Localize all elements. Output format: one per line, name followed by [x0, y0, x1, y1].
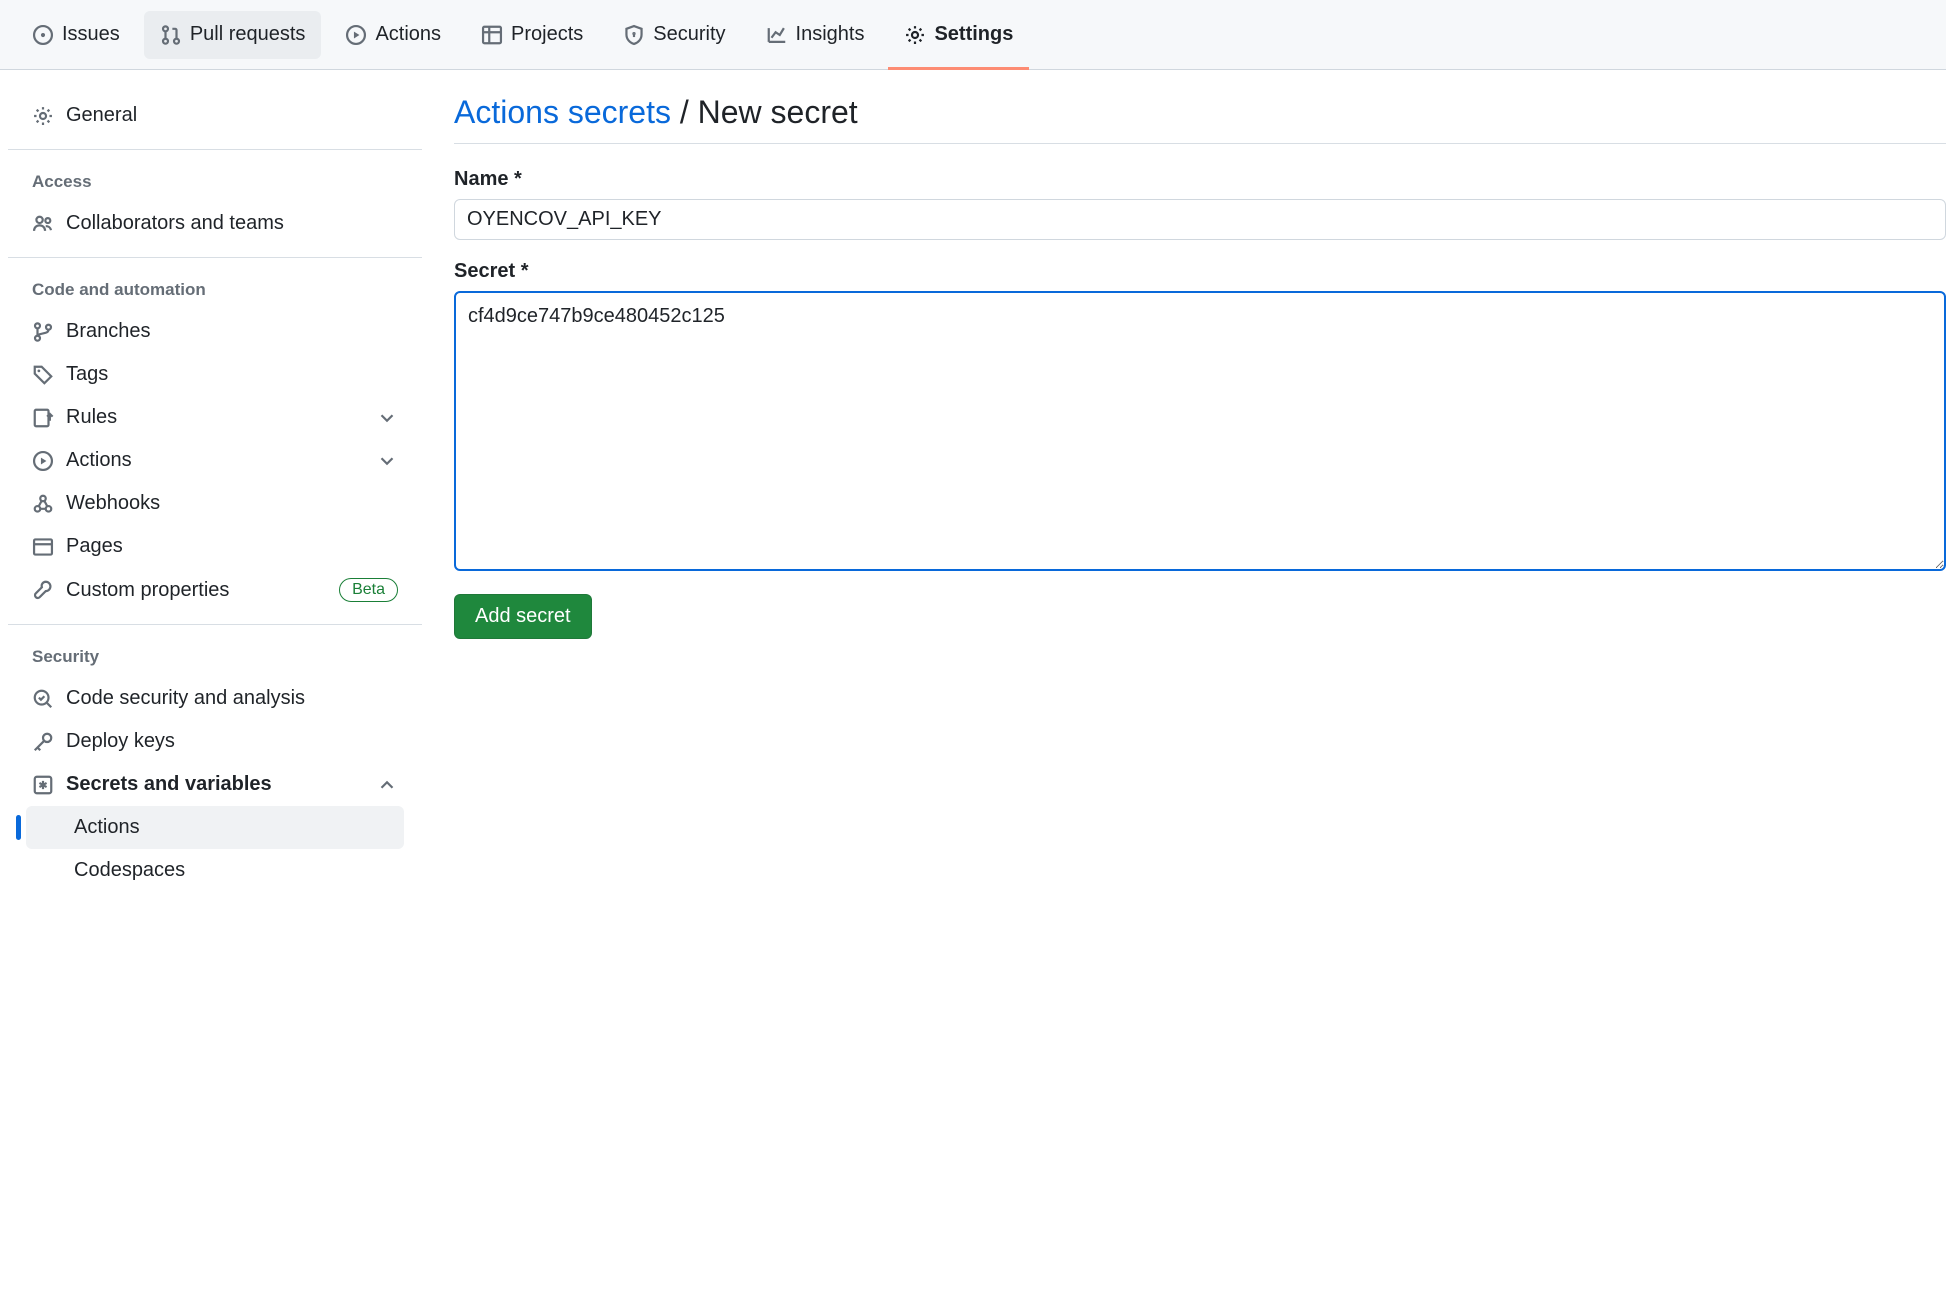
- key-icon: [32, 731, 54, 753]
- breadcrumb-current: New secret: [698, 94, 858, 130]
- settings-sidebar: General Access Collaborators and teams C…: [0, 70, 430, 916]
- sidebar-item-tags[interactable]: Tags: [16, 353, 414, 396]
- tab-actions[interactable]: Actions: [329, 11, 457, 59]
- sidebar-item-label: Pages: [66, 535, 123, 558]
- sidebar-item-actions[interactable]: Actions: [16, 439, 414, 482]
- secret-label: Secret *: [454, 260, 1946, 283]
- secret-value-textarea[interactable]: [454, 291, 1946, 571]
- repo-push-icon: [32, 407, 54, 429]
- sidebar-item-label: Collaborators and teams: [66, 212, 284, 235]
- page-title: Actions secrets / New secret: [454, 94, 1946, 144]
- tab-label: Settings: [934, 23, 1013, 46]
- tab-projects[interactable]: Projects: [465, 11, 599, 59]
- tab-insights[interactable]: Insights: [750, 11, 881, 59]
- sidebar-subitem-codespaces[interactable]: Codespaces: [26, 849, 404, 892]
- sidebar-item-general[interactable]: General: [16, 94, 414, 137]
- webhook-icon: [32, 493, 54, 515]
- sidebar-item-rules[interactable]: Rules: [16, 396, 414, 439]
- tab-label: Projects: [511, 23, 583, 46]
- field-name: Name *: [454, 168, 1946, 240]
- sidebar-item-label: Tags: [66, 363, 108, 386]
- sidebar-heading-security: Security: [16, 641, 414, 677]
- issue-opened-icon: [32, 24, 54, 46]
- tab-issues[interactable]: Issues: [16, 11, 136, 59]
- codescan-icon: [32, 688, 54, 710]
- tab-label: Actions: [375, 23, 441, 46]
- breadcrumb-separator: /: [680, 94, 689, 130]
- play-circle-icon: [345, 24, 367, 46]
- sidebar-item-label: Secrets and variables: [66, 773, 272, 796]
- sidebar-heading-code-automation: Code and automation: [16, 274, 414, 310]
- tab-label: Pull requests: [190, 23, 306, 46]
- sidebar-item-label: Actions: [74, 816, 140, 839]
- main-content: Actions secrets / New secret Name * Secr…: [430, 70, 1946, 916]
- sidebar-item-label: Actions: [66, 449, 132, 472]
- tab-label: Insights: [796, 23, 865, 46]
- browser-icon: [32, 536, 54, 558]
- sidebar-item-label: General: [66, 104, 137, 127]
- sidebar-item-label: Code security and analysis: [66, 687, 305, 710]
- tab-settings[interactable]: Settings: [888, 11, 1029, 59]
- git-branch-icon: [32, 321, 54, 343]
- sidebar-heading-access: Access: [16, 166, 414, 202]
- chevron-down-icon: [376, 450, 398, 472]
- sidebar-item-branches[interactable]: Branches: [16, 310, 414, 353]
- sidebar-item-deploy-keys[interactable]: Deploy keys: [16, 720, 414, 763]
- sidebar-item-label: Webhooks: [66, 492, 160, 515]
- divider: [8, 624, 422, 625]
- tools-icon: [32, 579, 54, 601]
- add-secret-button[interactable]: Add secret: [454, 594, 592, 639]
- graph-icon: [766, 24, 788, 46]
- gear-icon: [904, 24, 926, 46]
- field-secret: Secret *: [454, 260, 1946, 574]
- play-circle-icon: [32, 450, 54, 472]
- divider: [8, 257, 422, 258]
- chevron-up-icon: [376, 774, 398, 796]
- repo-top-nav: Issues Pull requests Actions Projects Se…: [0, 0, 1946, 70]
- tab-label: Issues: [62, 23, 120, 46]
- gear-icon: [32, 105, 54, 127]
- sidebar-item-label: Deploy keys: [66, 730, 175, 753]
- sidebar-item-label: Custom properties: [66, 579, 229, 602]
- key-asterisk-icon: [32, 774, 54, 796]
- sidebar-item-code-security[interactable]: Code security and analysis: [16, 677, 414, 720]
- sidebar-item-pages[interactable]: Pages: [16, 525, 414, 568]
- sidebar-item-label: Codespaces: [74, 859, 185, 882]
- chevron-down-icon: [376, 407, 398, 429]
- secret-name-input[interactable]: [454, 199, 1946, 240]
- sidebar-item-label: Rules: [66, 406, 117, 429]
- tab-security[interactable]: Security: [607, 11, 741, 59]
- name-label: Name *: [454, 168, 1946, 191]
- sidebar-item-custom-properties[interactable]: Custom properties Beta: [16, 568, 414, 612]
- people-icon: [32, 213, 54, 235]
- sidebar-item-webhooks[interactable]: Webhooks: [16, 482, 414, 525]
- table-icon: [481, 24, 503, 46]
- tag-icon: [32, 364, 54, 386]
- sidebar-item-label: Branches: [66, 320, 151, 343]
- tab-pull-requests[interactable]: Pull requests: [144, 11, 322, 59]
- shield-icon: [623, 24, 645, 46]
- divider: [8, 149, 422, 150]
- beta-badge: Beta: [339, 578, 398, 602]
- breadcrumb-link[interactable]: Actions secrets: [454, 94, 671, 130]
- sidebar-subitem-actions[interactable]: Actions: [26, 806, 404, 849]
- sidebar-item-collaborators[interactable]: Collaborators and teams: [16, 202, 414, 245]
- tab-label: Security: [653, 23, 725, 46]
- git-pull-request-icon: [160, 24, 182, 46]
- sidebar-item-secrets-variables[interactable]: Secrets and variables: [16, 763, 414, 806]
